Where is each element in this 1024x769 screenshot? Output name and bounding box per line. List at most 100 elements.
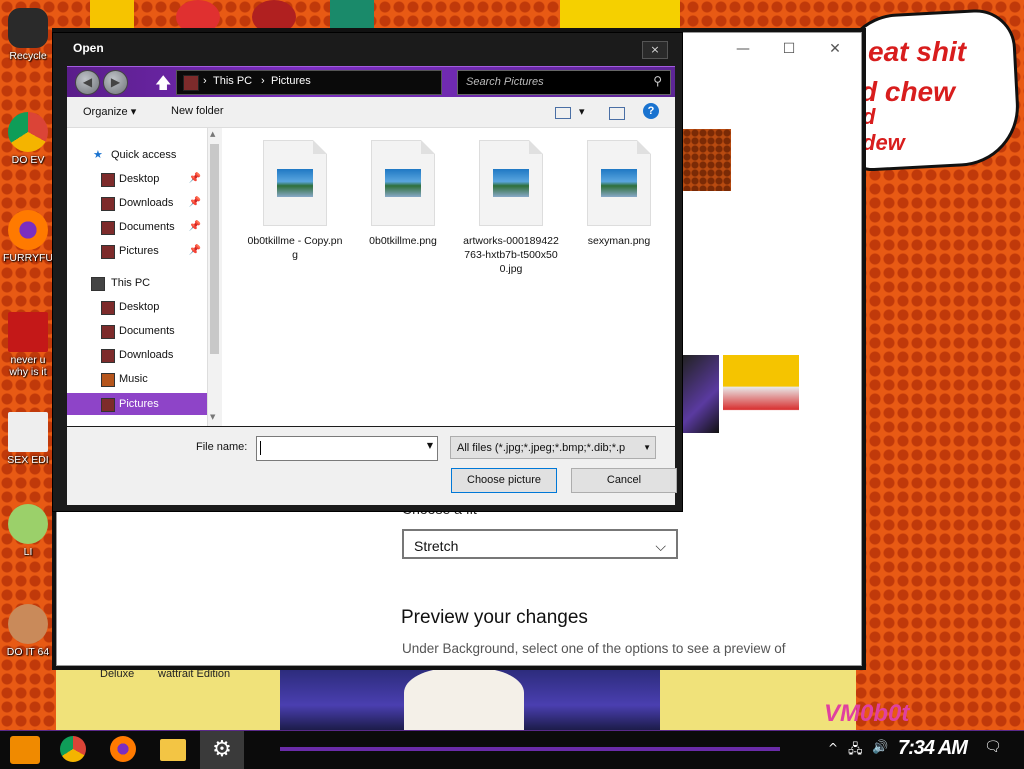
nav-label: Downloads xyxy=(119,197,174,209)
desktop-icon-label: FURRYFU xyxy=(3,252,53,264)
dialog-toolbar: Organize ▾ New folder ▾ ? xyxy=(67,97,675,128)
pin-icon: 📌 xyxy=(188,245,201,256)
clock[interactable]: 7:34 AM xyxy=(898,737,968,760)
top-app-tile-2[interactable] xyxy=(176,0,220,34)
background-thumbnail-top[interactable] xyxy=(683,129,731,191)
dialog-body: ★ Quick access Desktop 📌 Downloads 📌 Doc… xyxy=(67,128,675,426)
nav-quick-pictures[interactable]: Pictures 📌 xyxy=(67,240,207,262)
desktop-icon-recycle-bin[interactable]: Recycle xyxy=(0,8,56,62)
taskbar-deco-line xyxy=(280,747,780,751)
desktop-icon-devcpp[interactable]: never u why is it xyxy=(0,312,56,378)
speech-text-3: d xyxy=(862,104,876,129)
help-icon[interactable]: ? xyxy=(643,103,659,119)
nav-label: Documents xyxy=(119,221,175,233)
desktop-icon-hex-editor[interactable]: SEX EDI xyxy=(0,412,56,466)
choose-picture-button[interactable]: Choose picture xyxy=(451,468,557,493)
nav-scrollbar[interactable]: ▲ ▼ xyxy=(207,128,222,426)
scroll-up-icon[interactable]: ▲ xyxy=(210,130,215,138)
top-app-tile-1[interactable] xyxy=(90,0,134,34)
nav-quick-downloads[interactable]: Downloads 📌 xyxy=(67,192,207,214)
background-thumbnail-dark[interactable] xyxy=(683,355,719,433)
background-thumbnail-anime[interactable] xyxy=(723,355,799,433)
notifications-icon[interactable]: 🗨 xyxy=(984,739,1002,755)
address-bar[interactable]: › This PC › Pictures xyxy=(176,70,442,95)
up-arrow-icon[interactable]: 🡅 xyxy=(155,72,171,99)
breadcrumb-pictures[interactable]: Pictures xyxy=(271,75,311,87)
chevron-down-icon: ▼ xyxy=(641,437,651,458)
file-type-value: All files (*.jpg;*.jpeg;*.bmp;*.dib;*.p xyxy=(457,442,626,454)
dialog-close-button[interactable]: × xyxy=(642,41,668,59)
desktop-icon-doit64[interactable]: DO IT 64 xyxy=(0,604,56,658)
nav-pc-music[interactable]: Music xyxy=(67,368,207,390)
desktop-icon-label: DO EV xyxy=(11,154,45,166)
top-app-tile-4[interactable] xyxy=(330,0,374,34)
music-folder-icon xyxy=(101,373,115,387)
view-dropdown-icon[interactable]: ▾ xyxy=(579,105,585,118)
navigation-bar: ◀ ▶ 🡅 › This PC › Pictures Search Pictur… xyxy=(67,66,675,98)
organize-menu[interactable]: Organize ▾ xyxy=(83,105,136,118)
settings-gear-icon[interactable]: ⚙ xyxy=(200,731,244,769)
nav-this-pc[interactable]: This PC xyxy=(67,272,207,294)
chevron-down-icon[interactable]: ▼ xyxy=(427,441,433,450)
search-icon: ⚲ xyxy=(653,74,662,88)
back-button[interactable]: ◀ xyxy=(75,70,100,95)
nav-pc-downloads[interactable]: Downloads xyxy=(67,344,207,366)
maximize-button[interactable]: ☐ xyxy=(771,37,807,61)
desktop-icon-character[interactable]: LI xyxy=(0,504,56,558)
nav-quick-desktop[interactable]: Desktop 📌 xyxy=(67,168,207,190)
fit-dropdown[interactable]: Stretch ⌵ xyxy=(402,529,678,559)
file-type-filter[interactable]: All files (*.jpg;*.jpeg;*.bmp;*.dib;*.p … xyxy=(450,436,656,459)
scroll-down-icon[interactable]: ▼ xyxy=(210,413,215,421)
nav-quick-access[interactable]: ★ Quick access xyxy=(67,144,207,166)
nav-pc-desktop[interactable]: Desktop xyxy=(67,296,207,318)
nav-pc-pictures[interactable]: Pictures xyxy=(67,393,207,415)
tray-chevron-up-icon[interactable]: ^ xyxy=(828,741,838,755)
file-item[interactable]: 0b0tkillme - Copy.png xyxy=(245,140,345,262)
forward-button[interactable]: ▶ xyxy=(103,70,128,95)
desktop-bottom-label-2: wattrait Edition xyxy=(158,668,231,680)
file-name-input[interactable]: ▼ xyxy=(256,436,438,461)
organize-label: Organize xyxy=(83,106,128,118)
speech-text-4: dew xyxy=(862,130,905,155)
file-item[interactable]: 0b0tkillme.png xyxy=(353,140,453,248)
breadcrumb-this-pc[interactable]: This PC xyxy=(213,75,252,87)
nav-pc-documents[interactable]: Documents xyxy=(67,320,207,342)
pictures-folder-icon xyxy=(101,245,115,259)
volume-icon[interactable]: 🔊 xyxy=(872,740,888,755)
desktop-icon-firefox[interactable]: FURRYFU xyxy=(0,210,56,264)
documents-folder-icon xyxy=(101,221,115,235)
file-explorer-icon[interactable] xyxy=(160,739,186,761)
network-icon[interactable]: 🖧 xyxy=(848,740,863,762)
search-placeholder: Search Pictures xyxy=(466,76,544,88)
minimize-button[interactable]: — xyxy=(725,37,761,61)
new-folder-button[interactable]: New folder xyxy=(171,105,224,117)
pictures-folder-icon xyxy=(101,398,115,412)
documents-folder-icon xyxy=(101,325,115,339)
chrome-taskbar-icon[interactable] xyxy=(60,736,86,762)
search-input[interactable]: Search Pictures ⚲ xyxy=(457,70,671,95)
close-button[interactable]: ✕ xyxy=(817,37,853,61)
cancel-button[interactable]: Cancel xyxy=(571,468,677,493)
pictures-folder-icon xyxy=(183,75,199,91)
view-options-icon[interactable] xyxy=(555,107,571,119)
nav-label: Quick access xyxy=(111,149,177,161)
watermark: VM0b0t xyxy=(824,700,910,727)
preview-description: Under Background, select one of the opti… xyxy=(402,641,786,656)
text-caret xyxy=(260,441,261,455)
downloads-folder-icon xyxy=(101,197,115,211)
firefox-taskbar-icon[interactable] xyxy=(110,736,136,762)
desktop-icon-label: SEX EDI xyxy=(7,454,49,466)
image-file-icon xyxy=(263,140,327,226)
preview-pane-icon[interactable] xyxy=(609,107,625,120)
nav-label: Downloads xyxy=(119,349,174,361)
desktop-icon-chrome[interactable]: DO EV xyxy=(0,112,56,166)
start-icon[interactable] xyxy=(10,736,40,764)
top-app-tile-3[interactable] xyxy=(252,0,296,34)
file-item[interactable]: sexyman.png xyxy=(569,140,669,248)
file-item[interactable]: artworks-000189422763-hxtb7b-t500x500.jp… xyxy=(461,140,561,276)
image-file-icon xyxy=(587,140,651,226)
nav-quick-documents[interactable]: Documents 📌 xyxy=(67,216,207,238)
bottom-art-character xyxy=(404,668,524,730)
desktop-folder-icon xyxy=(101,301,115,315)
scrollbar-thumb[interactable] xyxy=(210,144,219,354)
